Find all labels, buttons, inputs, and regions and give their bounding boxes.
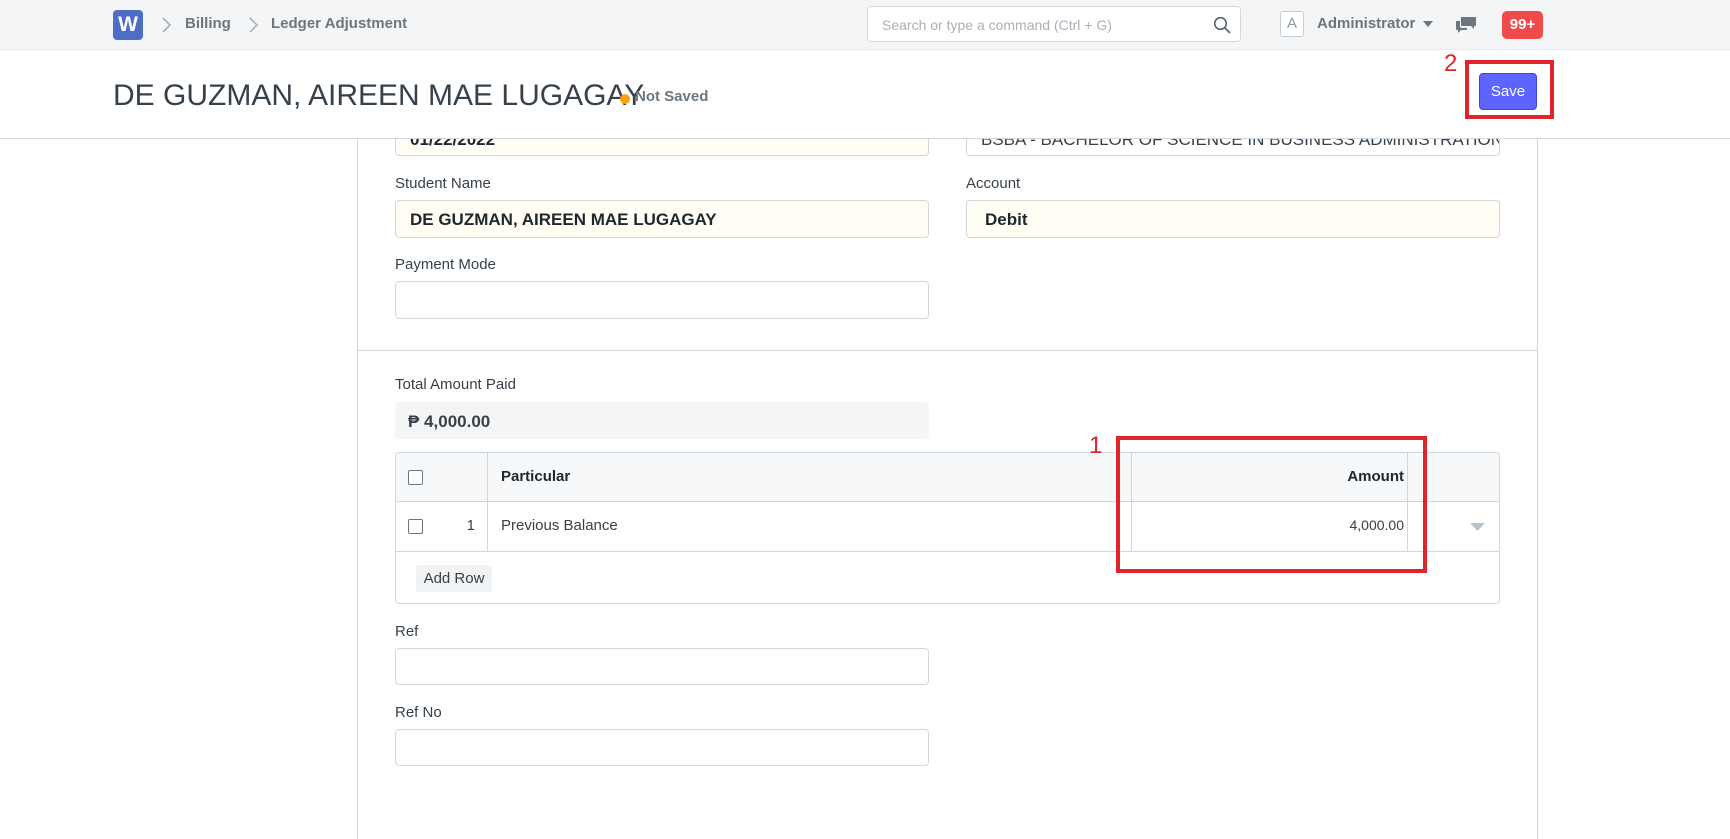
- chat-icon[interactable]: [1456, 16, 1477, 33]
- student-name-field[interactable]: DE GUZMAN, AIREEN MAE LUGAGAY: [395, 200, 929, 238]
- user-menu-label[interactable]: Administrator: [1317, 15, 1415, 32]
- add-row-button[interactable]: Add Row: [416, 565, 492, 592]
- ref-label: Ref: [395, 623, 419, 640]
- page-title: DE GUZMAN, AIREEN MAE LUGAGAY: [113, 79, 645, 112]
- notifications-badge[interactable]: 99+: [1502, 11, 1543, 39]
- breadcrumb-ledger-adjustment[interactable]: Ledger Adjustment: [271, 15, 407, 32]
- select-all-checkbox[interactable]: [408, 470, 423, 485]
- breadcrumb-billing[interactable]: Billing: [185, 15, 231, 32]
- chevron-right-icon: [249, 17, 259, 33]
- chevron-right-icon: [162, 17, 172, 33]
- payment-mode-field[interactable]: [395, 281, 929, 319]
- search-bar: [867, 6, 1241, 43]
- row-particular[interactable]: Previous Balance: [501, 517, 618, 534]
- search-input[interactable]: [880, 7, 1204, 43]
- avatar[interactable]: A: [1280, 11, 1304, 37]
- account-field[interactable]: Debit: [966, 200, 1500, 238]
- column-header-particular: Particular: [501, 468, 571, 485]
- row-dropdown-icon[interactable]: [1470, 523, 1485, 531]
- annotation-label-1: 1: [1089, 432, 1103, 459]
- ref-no-field[interactable]: [395, 729, 929, 766]
- total-amount-field: ₱ 4,000.00: [395, 402, 929, 439]
- page-head: DE GUZMAN, AIREEN MAE LUGAGAY Not Saved …: [0, 50, 1730, 139]
- ref-field[interactable]: [395, 648, 929, 685]
- annotation-box-2: [1465, 60, 1554, 119]
- payment-mode-label: Payment Mode: [395, 256, 496, 273]
- student-name-label: Student Name: [395, 175, 491, 192]
- annotation-box-1: [1116, 436, 1427, 573]
- row-checkbox[interactable]: [408, 519, 423, 534]
- app-logo[interactable]: W: [113, 10, 143, 40]
- navbar: W Billing Ledger Adjustment A Administra…: [0, 0, 1730, 50]
- section-divider: [357, 350, 1538, 351]
- annotation-label-2: 2: [1444, 50, 1458, 77]
- ref-no-label: Ref No: [395, 704, 442, 721]
- status-badge: Not Saved: [635, 88, 709, 105]
- search-icon[interactable]: [1213, 16, 1231, 34]
- status-indicator-dot: [620, 94, 630, 104]
- total-amount-label: Total Amount Paid: [395, 376, 516, 393]
- account-label: Account: [966, 175, 1021, 192]
- row-index: 1: [466, 517, 475, 534]
- caret-down-icon[interactable]: [1423, 21, 1433, 27]
